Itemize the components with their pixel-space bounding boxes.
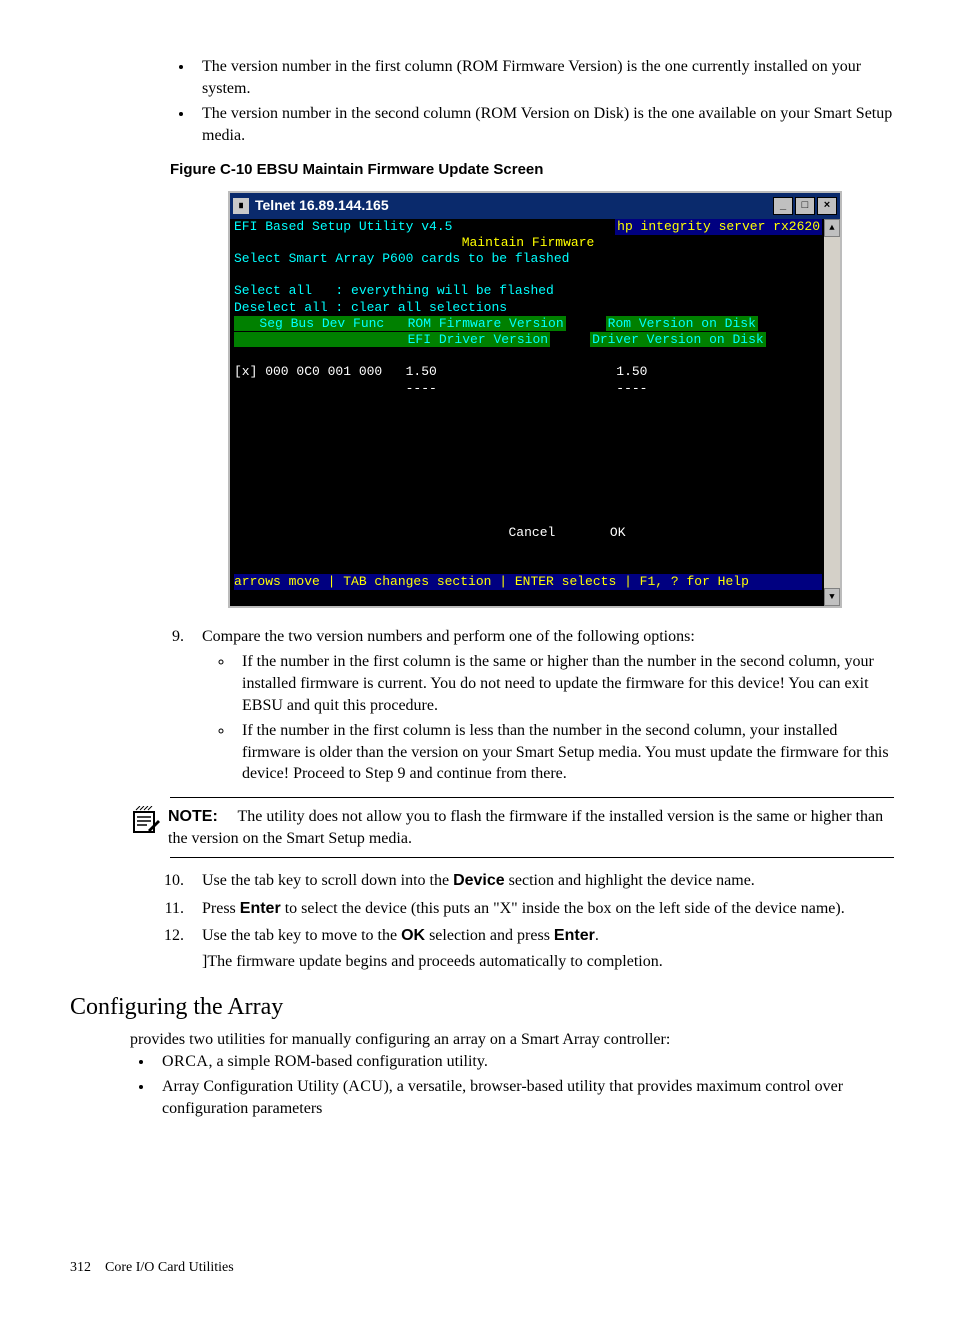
array-bullets: ORCA, a simple ROM-based configuration u… [130,1051,894,1120]
step-10-bold: Device [453,872,505,889]
maintain-firmware-label: Maintain Firmware [462,235,595,250]
array-bullet-2: Array Configuration Utility (ACU), a ver… [154,1076,894,1119]
step-11-pre: Press [202,900,240,917]
ok-button[interactable]: OK [610,525,626,540]
step-12-bold2: Enter [554,927,595,944]
server-name: hp integrity server rx2620 [615,219,822,235]
section-heading-configuring-array: Configuring the Array [70,991,894,1023]
procedure-list-b: Use the tab key to scroll down into the … [148,870,894,972]
intro-block: The version number in the first column (… [170,56,894,146]
scrollbar[interactable]: ▲ ▼ [824,219,840,606]
step-12-mid: selection and press [425,927,554,944]
procedure-list-a: Compare the two version numbers and perf… [148,626,894,785]
step-12-post: . [595,927,599,944]
window-title: Telnet 16.89.144.165 [255,196,389,215]
intro-bullet-1: The version number in the first column (… [194,56,894,99]
acu-sc: ACU [348,1078,383,1095]
col-header2-right: Driver Version on Disk [590,332,766,347]
terminal-body: EFI Based Setup Utility v4.5 hp integrit… [230,219,840,606]
help-bar: arrows move | TAB changes section | ENTE… [234,574,822,590]
step-9-bullet-1: If the number in the first column is the… [234,651,894,716]
note-block: NOTE: The utility does not allow you to … [130,806,894,849]
step-10-pre: Use the tab key to scroll down into the [202,872,453,889]
intro-bullet-2: The version number in the second column … [194,103,894,146]
minimize-button[interactable]: _ [773,197,793,215]
footer-title: Core I/O Card Utilities [105,1259,234,1278]
step-9-bullet-2: If the number in the first column is les… [234,720,894,785]
array-lead: provides two utilities for manually conf… [130,1029,894,1051]
dash-row: ---- ---- [234,381,822,397]
close-button[interactable]: × [817,197,837,215]
util-name: EFI Based Setup Utility v4.5 [234,219,452,235]
step-9-lead: Compare the two version numbers and perf… [202,628,695,645]
telnet-window: ∎ Telnet 16.89.144.165 _ □ × EFI Based S… [228,191,842,608]
app-icon: ∎ [233,198,249,214]
step-10: Use the tab key to scroll down into the … [188,870,894,892]
step-12: Use the tab key to move to the OK select… [188,925,894,972]
array-bullet-2-pre: Array Configuration Utility ( [162,1078,348,1095]
deselect-all-line[interactable]: Deselect all : clear all selections [234,300,822,316]
array-bullet-1: ORCA, a simple ROM-based configuration u… [154,1051,894,1073]
col-header-left: Seg Bus Dev Func ROM Firmware Version [234,316,566,331]
cancel-button[interactable]: Cancel [508,525,555,540]
step-11-post: to select the device (this puts an "X" i… [281,900,845,917]
note-body: The utility does not allow you to flash … [168,808,883,847]
page-footer: 312 Core I/O Card Utilities [70,1259,894,1278]
device-row[interactable]: [x] 000 0C0 001 000 1.50 1.50 [234,364,822,380]
scroll-up-icon[interactable]: ▲ [824,219,840,237]
orca-sc: ORCA [162,1053,208,1070]
figure-caption: Figure C-10 EBSU Maintain Firmware Updat… [170,160,894,180]
step-12-tail: ]The firmware update begins and proceeds… [202,951,894,973]
maximize-button[interactable]: □ [795,197,815,215]
step-9: Compare the two version numbers and perf… [188,626,894,785]
select-cards-line: Select Smart Array P600 cards to be flas… [234,251,822,267]
note-text: NOTE: The utility does not allow you to … [168,806,894,849]
step-9-bullets: If the number in the first column is the… [202,651,894,785]
scroll-down-icon[interactable]: ▼ [824,588,840,606]
step-12-bold: OK [401,927,425,944]
note-rule-top [170,797,894,798]
step-11-bold: Enter [240,900,281,917]
page-number: 312 [70,1259,91,1278]
note-rule-bottom [170,857,894,858]
col-header-right: Rom Version on Disk [606,316,758,331]
intro-bullets: The version number in the first column (… [170,56,894,146]
col-header2-left: EFI Driver Version [234,332,550,347]
note-label: NOTE: [168,808,218,825]
titlebar: ∎ Telnet 16.89.144.165 _ □ × [230,193,840,219]
array-bullet-1-rest: , a simple ROM-based configuration utili… [208,1053,487,1070]
step-12-pre: Use the tab key to move to the [202,927,401,944]
ebsu-screenshot: ∎ Telnet 16.89.144.165 _ □ × EFI Based S… [228,191,894,608]
select-all-line[interactable]: Select all : everything will be flashed [234,283,822,299]
note-icon [130,806,168,847]
step-11: Press Enter to select the device (this p… [188,898,894,920]
step-10-post: section and highlight the device name. [505,872,755,889]
